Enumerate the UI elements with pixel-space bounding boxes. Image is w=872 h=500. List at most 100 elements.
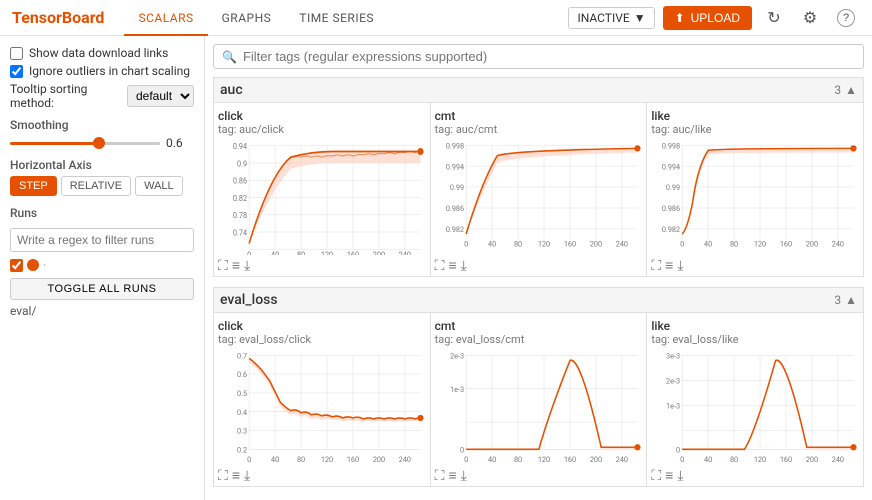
ignore-outliers-checkbox[interactable] xyxy=(10,65,23,78)
svg-text:80: 80 xyxy=(297,455,305,464)
auc-like-footer: ⛶ ≡ ⤓ xyxy=(651,257,859,274)
eval-loss-cmt-svg: 2e-3 1e-3 0 0 40 80 120 160 200 240 xyxy=(435,350,643,465)
download-icon[interactable]: ⤓ xyxy=(461,258,467,274)
horizontal-axis-label: Horizontal Axis xyxy=(10,158,194,172)
download-icon[interactable]: ⤓ xyxy=(244,468,250,484)
upload-icon: ⬆ xyxy=(675,11,685,25)
axis-section: Horizontal Axis STEP RELATIVE WALL xyxy=(10,158,194,196)
expand-icon[interactable]: ⛶ xyxy=(218,258,228,274)
svg-text:0: 0 xyxy=(676,445,680,454)
auc-collapse-icon[interactable]: ▲ xyxy=(845,83,857,97)
expand-icon[interactable]: ⛶ xyxy=(435,258,445,274)
gear-icon: ⚙ xyxy=(803,8,817,28)
download-icon[interactable]: ⤓ xyxy=(461,468,467,484)
svg-text:40: 40 xyxy=(488,240,496,249)
svg-text:200: 200 xyxy=(373,455,385,464)
svg-text:0: 0 xyxy=(464,455,468,464)
svg-text:160: 160 xyxy=(780,455,792,464)
svg-text:240: 240 xyxy=(832,455,844,464)
svg-text:0.998: 0.998 xyxy=(446,141,464,150)
search-bar: 🔍 xyxy=(213,44,864,69)
eval-loss-section-name: eval_loss xyxy=(220,292,278,308)
relative-button[interactable]: RELATIVE xyxy=(61,176,131,196)
runs-section: Runs · TOGGLE ALL RUNS eval/ xyxy=(10,206,194,318)
svg-text:40: 40 xyxy=(704,455,712,464)
auc-cmt-footer: ⛶ ≡ ⤓ xyxy=(435,257,643,274)
eval-loss-like-tag: tag: eval_loss/like xyxy=(651,333,859,346)
svg-text:2e-3: 2e-3 xyxy=(450,351,464,360)
data-icon[interactable]: ≡ xyxy=(448,257,456,274)
svg-text:160: 160 xyxy=(564,240,576,249)
runs-filter-input[interactable] xyxy=(10,228,194,252)
svg-text:200: 200 xyxy=(373,250,385,255)
smoothing-value: 0.6 xyxy=(166,136,194,150)
svg-text:0.86: 0.86 xyxy=(233,176,247,185)
svg-text:40: 40 xyxy=(488,455,496,464)
expand-icon[interactable]: ⛶ xyxy=(218,468,228,484)
auc-like-chart: like tag: auc/like xyxy=(647,103,863,276)
run-checkbox[interactable] xyxy=(10,259,23,272)
eval-loss-cmt-title: cmt xyxy=(435,319,643,333)
auc-like-tag: tag: auc/like xyxy=(651,123,859,136)
toggle-all-runs-button[interactable]: TOGGLE ALL RUNS xyxy=(10,278,194,300)
run-dot: · xyxy=(43,258,46,272)
svg-text:200: 200 xyxy=(806,455,818,464)
svg-text:0: 0 xyxy=(464,240,468,249)
search-input[interactable] xyxy=(243,49,855,64)
download-icon[interactable]: ⤓ xyxy=(677,258,683,274)
body: Show data download links Ignore outliers… xyxy=(0,36,872,500)
data-icon[interactable]: ≡ xyxy=(665,467,673,484)
eval-loss-cmt-tag: tag: eval_loss/cmt xyxy=(435,333,643,346)
nav-tab-graphs[interactable]: GRAPHS xyxy=(208,0,286,36)
svg-text:0.9: 0.9 xyxy=(237,159,247,168)
inactive-dropdown[interactable]: INACTIVE ▼ xyxy=(568,7,654,29)
svg-text:120: 120 xyxy=(754,240,766,249)
svg-text:160: 160 xyxy=(780,240,792,249)
upload-label: UPLOAD xyxy=(691,11,740,25)
expand-icon[interactable]: ⛶ xyxy=(651,468,661,484)
nav-tab-scalars[interactable]: SCALARS xyxy=(124,0,207,36)
svg-text:1e-3: 1e-3 xyxy=(666,402,680,411)
run-item: · xyxy=(10,258,194,272)
data-icon[interactable]: ≡ xyxy=(232,257,240,274)
download-icon[interactable]: ⤓ xyxy=(244,258,250,274)
svg-text:0.994: 0.994 xyxy=(446,162,464,171)
auc-cmt-area: 0.998 0.994 0.99 0.986 0.982 0 40 80 120… xyxy=(435,140,643,255)
svg-text:40: 40 xyxy=(271,250,279,255)
svg-text:0.78: 0.78 xyxy=(233,211,247,220)
help-button[interactable]: ? xyxy=(832,4,860,32)
auc-section-name: auc xyxy=(220,82,243,98)
help-icon: ? xyxy=(837,9,855,27)
eval-loss-click-footer: ⛶ ≡ ⤓ xyxy=(218,467,426,484)
svg-text:200: 200 xyxy=(806,240,818,249)
settings-button[interactable]: ⚙ xyxy=(796,4,824,32)
auc-click-chart: click tag: auc/click xyxy=(214,103,431,276)
nav-tab-timeseries[interactable]: TIME SERIES xyxy=(285,0,388,36)
data-icon[interactable]: ≡ xyxy=(665,257,673,274)
svg-text:0.982: 0.982 xyxy=(446,225,464,234)
expand-icon[interactable]: ⛶ xyxy=(651,258,661,274)
eval-loss-collapse-icon[interactable]: ▲ xyxy=(845,293,857,307)
step-button[interactable]: STEP xyxy=(10,176,57,196)
show-download-checkbox[interactable] xyxy=(10,47,23,60)
upload-button[interactable]: ⬆ UPLOAD xyxy=(663,6,752,30)
show-download-row: Show data download links xyxy=(10,46,194,60)
svg-text:0.994: 0.994 xyxy=(662,162,680,171)
inactive-label: INACTIVE xyxy=(577,11,629,25)
refresh-button[interactable]: ↻ xyxy=(760,4,788,32)
smoothing-slider[interactable] xyxy=(10,142,160,145)
data-icon[interactable]: ≡ xyxy=(448,467,456,484)
svg-text:120: 120 xyxy=(754,455,766,464)
eval-loss-section-header: eval_loss 3 ▲ xyxy=(213,287,864,313)
tooltip-sorting-label: Tooltip sorting method: xyxy=(10,82,121,110)
tooltip-sorting-select[interactable]: default xyxy=(127,85,194,107)
svg-text:0: 0 xyxy=(680,240,684,249)
expand-icon[interactable]: ⛶ xyxy=(435,468,445,484)
svg-text:200: 200 xyxy=(589,240,601,249)
auc-cmt-chart: cmt tag: auc/cmt xyxy=(431,103,648,276)
download-icon[interactable]: ⤓ xyxy=(677,468,683,484)
wall-button[interactable]: WALL xyxy=(135,176,183,196)
svg-text:1e-3: 1e-3 xyxy=(450,385,464,394)
data-icon[interactable]: ≡ xyxy=(232,467,240,484)
svg-text:80: 80 xyxy=(297,250,305,255)
